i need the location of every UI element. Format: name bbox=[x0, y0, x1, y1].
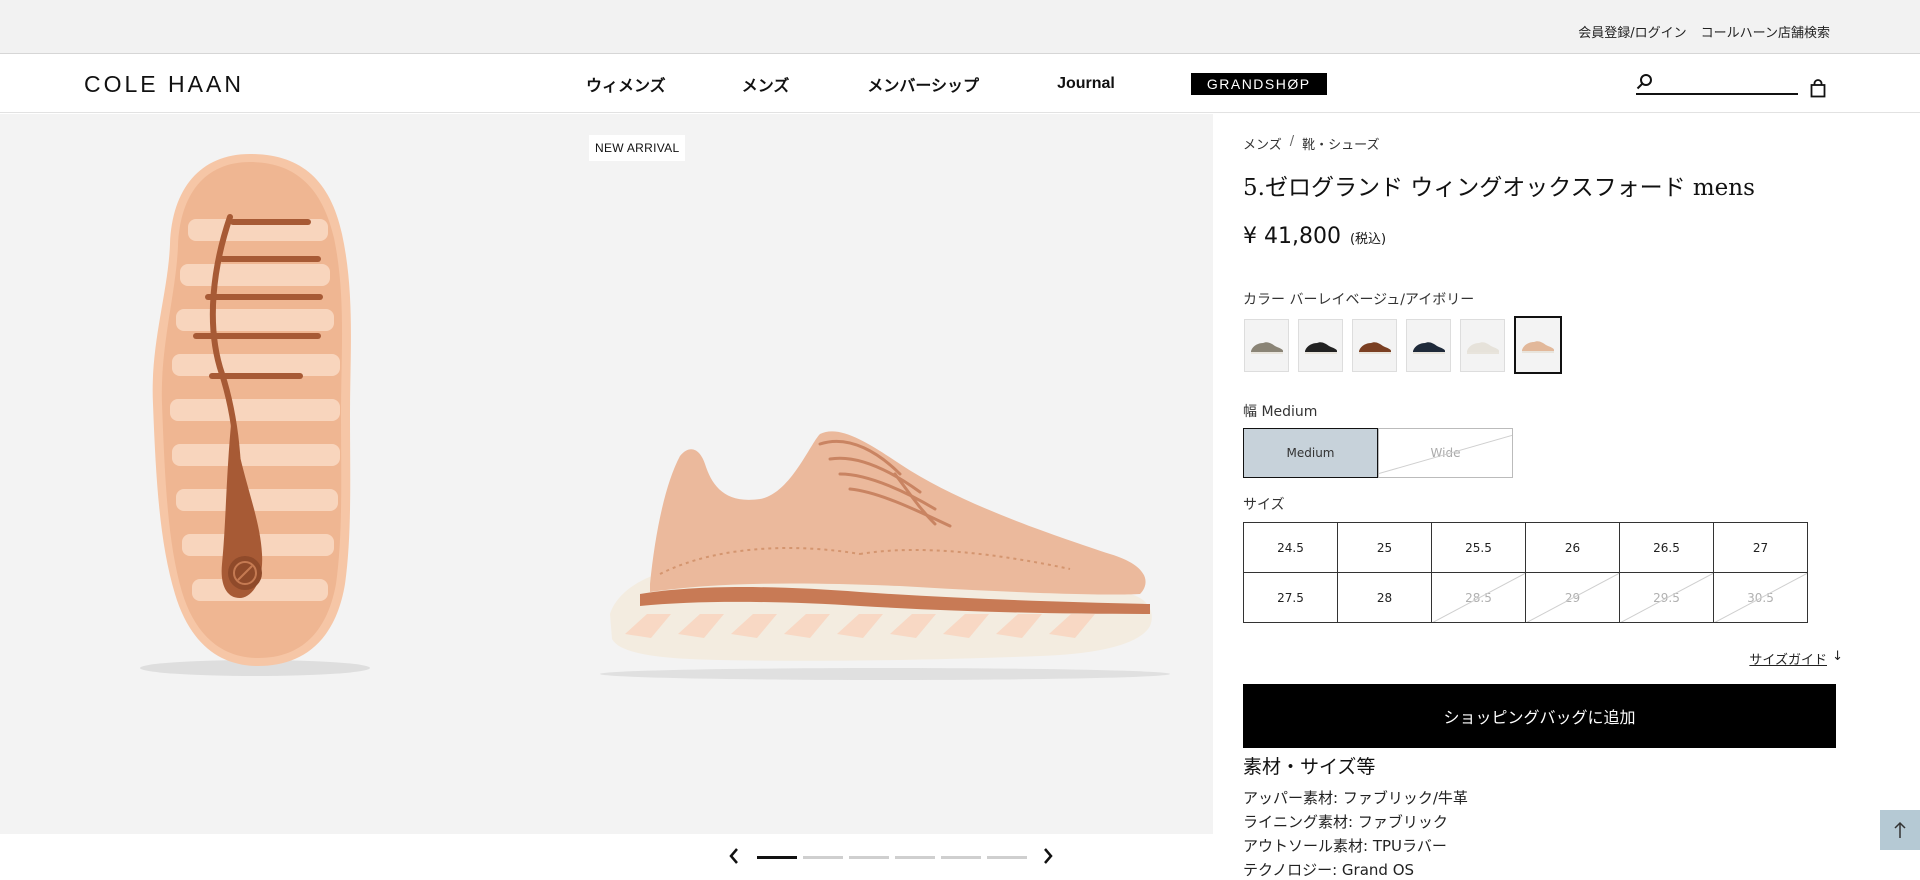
size-option[interactable]: 25.5 bbox=[1432, 523, 1526, 573]
unavailable-strike bbox=[1620, 573, 1713, 622]
material-outsole: アウトソール素材: TPUラバー bbox=[1243, 837, 1447, 855]
carousel-dot[interactable] bbox=[803, 856, 843, 859]
carousel-indicators bbox=[757, 856, 1027, 859]
size-label: サイズ bbox=[1243, 497, 1285, 513]
nav-membership[interactable]: メンバーシップ bbox=[867, 72, 979, 96]
breadcrumb: メンズ / 靴・シューズ bbox=[1243, 134, 1380, 153]
nav-grandshop[interactable]: GRANDSHØP bbox=[1190, 73, 1327, 95]
size-option-label: 28 bbox=[1376, 590, 1393, 605]
shoe-thumbnail-icon bbox=[1466, 341, 1499, 354]
back-to-top-button[interactable] bbox=[1880, 810, 1920, 850]
materials-list: アッパー素材: ファブリック/牛革 ライニング素材: ファブリック アウトソール… bbox=[1243, 786, 1468, 880]
size-option-label: 26.5 bbox=[1653, 540, 1680, 555]
size-option-label: 25.5 bbox=[1465, 540, 1492, 555]
breadcrumb-shoes[interactable]: 靴・シューズ bbox=[1302, 134, 1379, 153]
carousel-dot[interactable] bbox=[757, 856, 797, 859]
shoe-thumbnail-icon bbox=[1358, 341, 1391, 354]
arrow-up-icon bbox=[1894, 821, 1906, 838]
size-option[interactable]: 27 bbox=[1714, 523, 1808, 573]
size-option-label: 27 bbox=[1752, 540, 1769, 555]
size-option[interactable]: 28 bbox=[1338, 573, 1432, 623]
store-search-link[interactable]: コールハーン店舗検索 bbox=[1701, 22, 1830, 41]
material-lining: ライニング素材: ファブリック bbox=[1243, 813, 1448, 831]
size-option-label: 27.5 bbox=[1277, 590, 1304, 605]
shoe-thumbnail-icon bbox=[1412, 341, 1445, 354]
nav-journal[interactable]: Journal bbox=[1057, 75, 1115, 93]
main-nav: ウィメンズ メンズ メンバーシップ Journal GRANDSHØP bbox=[586, 55, 1327, 113]
width-option-label: Medium bbox=[1286, 446, 1335, 460]
site-header: COLE HAAN ウィメンズ メンズ メンバーシップ Journal GRAN… bbox=[0, 55, 1920, 113]
login-link[interactable]: 会員登録/ログイン bbox=[1578, 22, 1686, 41]
width-label: 幅 Medium bbox=[1243, 404, 1318, 420]
color-swatch[interactable] bbox=[1244, 319, 1289, 372]
shoe-thumbnail-icon bbox=[1250, 341, 1283, 354]
shoe-sole-image bbox=[140, 154, 1170, 680]
price-value: ¥ 41,800 bbox=[1243, 224, 1341, 249]
product-gallery[interactable]: NEW ARRIVAL bbox=[0, 114, 1213, 834]
carousel-dot[interactable] bbox=[849, 856, 889, 859]
search-input[interactable] bbox=[1658, 75, 1794, 93]
size-option[interactable]: 27.5 bbox=[1244, 573, 1338, 623]
carousel-dot[interactable] bbox=[941, 856, 981, 859]
price-tax-note: (税込) bbox=[1349, 232, 1387, 247]
shoe-thumbnail-icon bbox=[1522, 341, 1554, 353]
size-option: 28.5 bbox=[1432, 573, 1526, 623]
product-details: メンズ / 靴・シューズ 5.ゼログランド ウィングオックスフォード mens … bbox=[1243, 114, 1843, 880]
product-title: 5.ゼログランド ウィングオックスフォード mens bbox=[1243, 175, 1755, 201]
color-swatch[interactable] bbox=[1352, 319, 1397, 372]
search-box[interactable] bbox=[1636, 73, 1798, 95]
size-option[interactable]: 25 bbox=[1338, 523, 1432, 573]
size-option: 29.5 bbox=[1620, 573, 1714, 623]
width-option[interactable]: Medium bbox=[1243, 428, 1378, 478]
color-swatch[interactable] bbox=[1298, 319, 1343, 372]
new-arrival-badge: NEW ARRIVAL bbox=[589, 135, 686, 161]
gallery-carousel-controls bbox=[0, 834, 1213, 880]
brand-logo[interactable]: COLE HAAN bbox=[84, 71, 244, 98]
material-upper: アッパー素材: ファブリック/牛革 bbox=[1243, 789, 1468, 807]
size-option: 29 bbox=[1526, 573, 1620, 623]
utility-bar: 会員登録/ログイン コールハーン店舗検索 bbox=[0, 0, 1920, 54]
size-option[interactable]: 24.5 bbox=[1244, 523, 1338, 573]
nav-mens[interactable]: メンズ bbox=[742, 72, 790, 96]
chevron-left-icon[interactable] bbox=[728, 846, 740, 866]
search-icon[interactable] bbox=[1636, 73, 1654, 91]
product-price: ¥ 41,800 (税込) bbox=[1243, 224, 1386, 249]
color-label: カラー バーレイベージュ/アイボリー bbox=[1243, 292, 1475, 308]
materials-heading: 素材・サイズ等 bbox=[1243, 756, 1376, 778]
breadcrumb-mens[interactable]: メンズ bbox=[1243, 134, 1282, 153]
size-option-label: 24.5 bbox=[1277, 540, 1304, 555]
arrow-down-icon: ↓ bbox=[1832, 649, 1843, 664]
carousel-dot[interactable] bbox=[987, 856, 1027, 859]
size-option-label: 25 bbox=[1376, 540, 1393, 555]
chevron-right-icon[interactable] bbox=[1042, 846, 1054, 866]
material-technology: テクノロジー: Grand OS bbox=[1243, 861, 1415, 879]
unavailable-strike bbox=[1714, 573, 1807, 622]
carousel-dot[interactable] bbox=[895, 856, 935, 859]
nav-womens[interactable]: ウィメンズ bbox=[586, 72, 666, 96]
color-swatch[interactable] bbox=[1514, 316, 1562, 374]
shoe-thumbnail-icon bbox=[1304, 341, 1337, 354]
size-option-label: 26 bbox=[1564, 540, 1581, 555]
unavailable-strike bbox=[1432, 573, 1525, 622]
size-option[interactable]: 26.5 bbox=[1620, 523, 1714, 573]
add-to-bag-button[interactable]: ショッピングバッグに追加 bbox=[1243, 684, 1836, 748]
unavailable-strike bbox=[1379, 431, 1512, 476]
color-swatch[interactable] bbox=[1406, 319, 1451, 372]
unavailable-strike bbox=[1526, 573, 1619, 622]
width-option[interactable]: Wide bbox=[1378, 428, 1513, 478]
breadcrumb-separator: / bbox=[1289, 134, 1295, 149]
width-options: Medium Wide bbox=[1243, 428, 1513, 478]
color-swatches bbox=[1244, 316, 1562, 374]
utility-links: 会員登録/ログイン コールハーン店舗検索 bbox=[1578, 22, 1830, 41]
size-grid: 24.5 25 25.5 26 26.5 27 27.5 28 28.52929.530.5 bbox=[1243, 522, 1808, 623]
shopping-bag-icon[interactable] bbox=[1810, 79, 1826, 98]
size-option: 30.5 bbox=[1714, 573, 1808, 623]
color-swatch[interactable] bbox=[1460, 319, 1505, 372]
size-option[interactable]: 26 bbox=[1526, 523, 1620, 573]
size-guide-link[interactable]: サイズガイド bbox=[1749, 649, 1827, 668]
